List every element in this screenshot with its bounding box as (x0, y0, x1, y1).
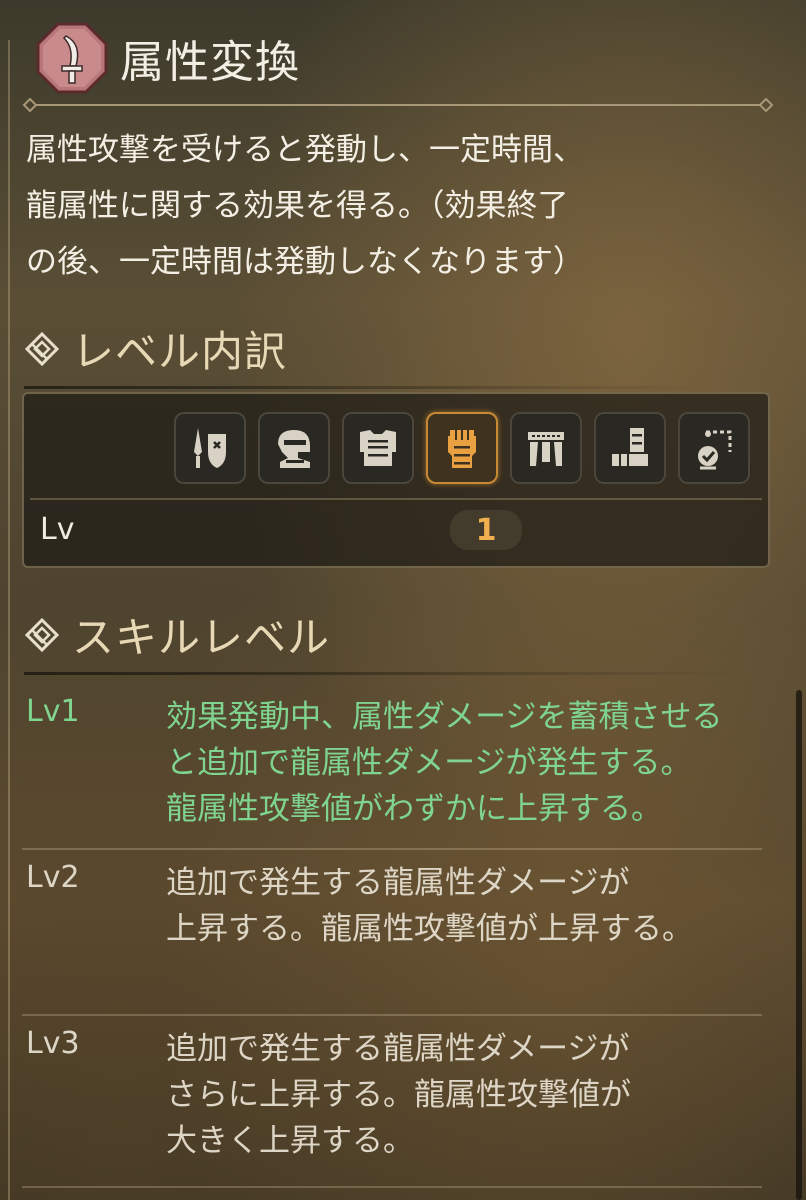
lv-value: 1 (475, 512, 497, 548)
sword-badge-icon (36, 22, 108, 94)
skill-level-name: Lv3 (26, 1026, 80, 1061)
description-line: 龍属性に関する効果を得る。（効果終了 (26, 188, 569, 224)
level-breakdown-panel: Lv 1 (22, 392, 770, 568)
skill-description: 属性攻撃を受けると発動し、一定時間、 龍属性に関する効果を得る。（効果終了 の後… (26, 122, 746, 290)
header-divider (22, 98, 774, 112)
skill-level-line: 効果発動中、属性ダメージを蓄積させる (166, 699, 723, 735)
gauntlet-icon (448, 430, 476, 468)
skill-level-description: 追加で発生する龍属性ダメージが さらに上昇する。龍属性攻撃値が 大きく上昇する。 (166, 1026, 786, 1164)
chest-armor-icon (360, 430, 396, 466)
leg-armor-icon (612, 428, 648, 466)
skill-level-name: Lv1 (26, 694, 80, 729)
level-separator (22, 848, 762, 850)
skill-level-line: 上昇する。龍属性攻撃値が上昇する。 (166, 911, 693, 947)
lv-label: Lv (40, 512, 75, 547)
equipment-slots (174, 412, 750, 484)
section-diamond-icon (24, 617, 60, 652)
level-breakdown-title: レベル内訳 (72, 327, 288, 376)
equipment-slot-chest[interactable] (342, 412, 414, 484)
equipment-slot-arms[interactable] (426, 412, 498, 484)
description-line: の後、一定時間は発動しなくなります） (26, 244, 584, 280)
description-line: 属性攻撃を受けると発動し、一定時間、 (26, 132, 584, 168)
skill-level-description: 追加で発生する龍属性ダメージが 上昇する。龍属性攻撃値が上昇する。 (166, 860, 786, 952)
skill-title: 属性変換 (120, 37, 300, 88)
equipment-slot-weapon[interactable] (174, 412, 246, 484)
skill-level-description: 効果発動中、属性ダメージを蓄積させる と追加で龍属性ダメージが発生する。 龍属性… (166, 694, 786, 832)
equipment-slot-legs[interactable] (594, 412, 666, 484)
equipment-slot-talisman[interactable] (678, 412, 750, 484)
skill-level-line: 龍属性攻撃値がわずかに上昇する。 (166, 791, 662, 827)
talisman-icon (698, 430, 732, 470)
level-separator (22, 1186, 762, 1188)
helm-icon (278, 430, 310, 468)
skill-level-line: 大きく上昇する。 (166, 1123, 414, 1159)
equipment-slot-waist[interactable] (510, 412, 582, 484)
panel-frame-line (8, 40, 10, 1200)
breakdown-divider (30, 498, 762, 500)
level-separator (22, 1014, 762, 1016)
skill-level-line: さらに上昇する。龍属性攻撃値が (166, 1077, 631, 1113)
lv-value-pill: 1 (450, 510, 522, 550)
weapon-icon (194, 428, 226, 468)
skill-level-line: と追加で龍属性ダメージが発生する。 (166, 745, 692, 781)
section-diamond-icon (24, 331, 60, 366)
skill-level-line: 追加で発生する龍属性ダメージが (166, 865, 630, 901)
scrollbar[interactable] (796, 690, 802, 1200)
equipment-slot-head[interactable] (258, 412, 330, 484)
skill-header: 属性変換 (36, 22, 300, 94)
skill-levels-title: スキルレベル (72, 613, 331, 662)
skill-levels-heading: スキルレベル (24, 604, 751, 675)
skill-level-line: 追加で発生する龍属性ダメージが (166, 1031, 630, 1067)
skill-level-name: Lv2 (26, 860, 80, 895)
level-breakdown-heading: レベル内訳 (24, 318, 708, 389)
waist-armor-icon (528, 432, 564, 466)
